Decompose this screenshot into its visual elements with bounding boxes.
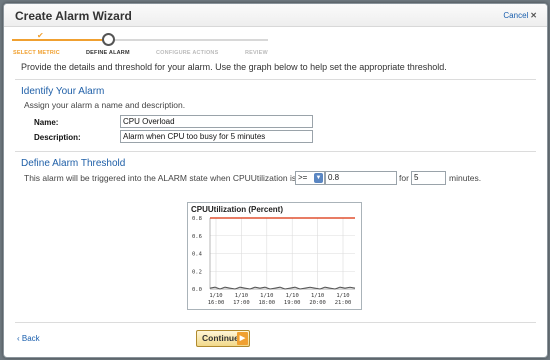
x-tick-time: 21:00 [335,300,352,306]
cpu-utilization-chart: CPUUtilization (Percent) 0.8 0.6 0.4 0.2 0.0… [187,202,362,310]
y-tick-label: 0.0 [192,287,202,293]
dialog-titlebar: Create Alarm Wizard Cancel ✕ [4,4,547,27]
intro-text: Provide the details and threshold for yo… [21,62,447,72]
divider [15,79,536,80]
x-tick-date: 1/10 [311,293,324,299]
for-label: for [399,173,409,183]
threshold-prefix: This alarm will be triggered into the AL… [24,173,297,183]
create-alarm-dialog: Create Alarm Wizard Cancel ✕ ✔ SELECT MET… [3,3,548,358]
name-field[interactable]: CPU Overload [120,115,313,128]
y-tick-label: 0.8 [192,216,202,222]
step-review: REVIEW [245,50,268,56]
name-label: Name: [34,118,59,127]
arrow-right-icon: ▶ [237,332,248,345]
x-tick-date: 1/10 [260,293,273,299]
chart-plot: 0.80.60.40.20.01/1016:001/1017:001/1018:… [192,216,356,306]
step-configure-actions: CONFIGURE ACTIONS [156,50,219,56]
x-tick-date: 1/10 [336,293,349,299]
step-define-alarm: DEFINE ALARM [86,50,130,56]
x-tick-date: 1/10 [209,293,222,299]
threshold-value-input[interactable]: 0.8 [325,171,397,185]
divider [15,151,536,152]
current-step-icon [102,33,115,46]
step-select-metric: SELECT METRIC [13,50,60,56]
x-tick-time: 17:00 [233,300,250,306]
x-tick-time: 19:00 [284,300,301,306]
identify-heading: Identify Your Alarm [21,86,105,97]
x-tick-time: 18:00 [259,300,276,306]
close-icon[interactable]: ✕ [530,11,537,20]
divider [15,322,536,323]
y-tick-label: 0.2 [192,269,202,275]
description-label: Description: [34,133,81,142]
cancel-label: Cancel [503,11,529,20]
check-icon: ✔ [37,31,44,40]
x-tick-time: 20:00 [309,300,326,306]
x-tick-date: 1/10 [286,293,299,299]
threshold-heading: Define Alarm Threshold [21,158,126,169]
progress-done-line [12,39,104,41]
x-tick-date: 1/10 [235,293,248,299]
minutes-label: minutes. [449,173,482,183]
periods-input[interactable]: 5 [411,171,446,185]
cancel-link[interactable]: Cancel ✕ [503,11,537,20]
description-field[interactable]: Alarm when CPU too busy for 5 minutes [120,130,313,143]
wizard-progress: ✔ SELECT METRIC DEFINE ALARM CONFIGURE A… [4,27,547,61]
continue-button[interactable]: Continue ▶ [196,330,250,347]
identify-subtitle: Assign your alarm a name and description… [24,100,186,110]
y-tick-label: 0.4 [192,252,203,258]
back-label: Back [21,334,40,343]
x-tick-time: 16:00 [208,300,225,306]
dialog-title: Create Alarm Wizard [15,9,132,23]
back-link[interactable]: ‹ Back [17,334,40,343]
y-tick-label: 0.6 [192,234,202,240]
operator-value: >= [298,173,308,182]
operator-select[interactable]: >= ▼ [295,171,325,185]
continue-label: Continue [202,333,239,343]
chevron-down-icon[interactable]: ▼ [314,173,323,183]
progress-remaining-line [110,39,268,41]
